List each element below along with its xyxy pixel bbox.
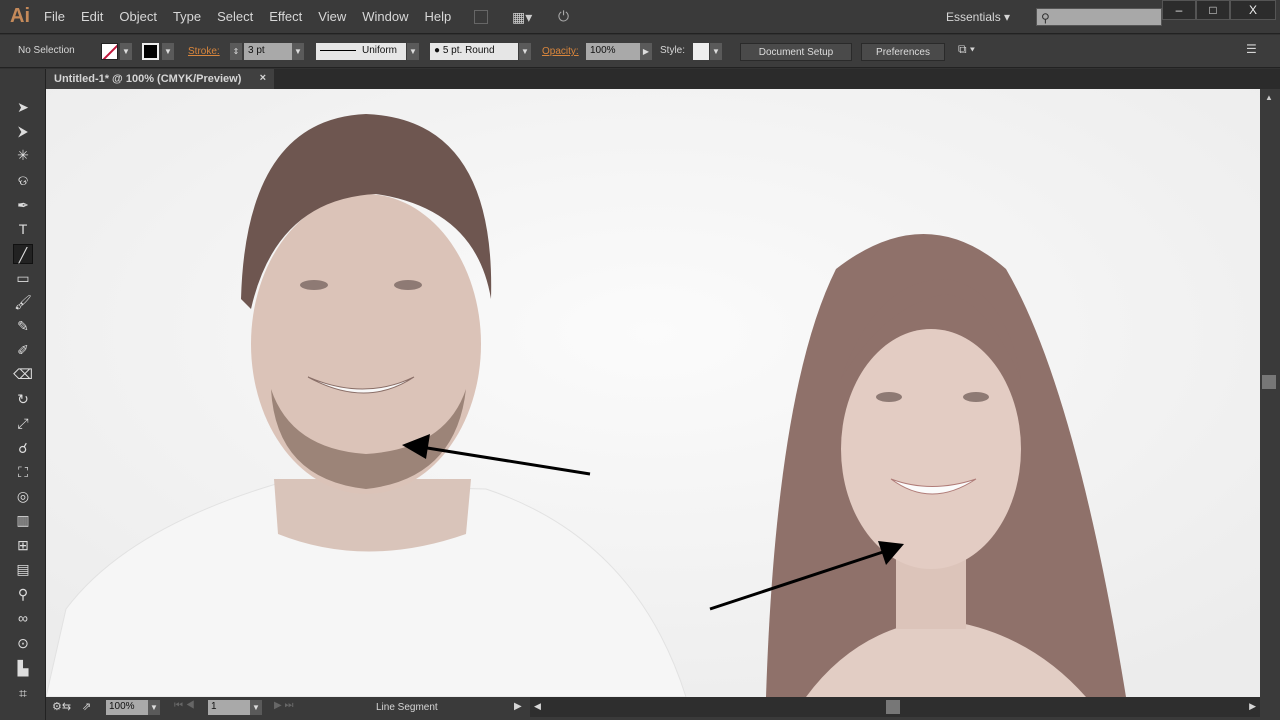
search-input[interactable]: ⚲ [1036,8,1162,26]
control-panel: No Selection ▼ ▼ Stroke: ⇕ 3 pt ▼ Unifor… [0,35,1280,68]
close-button[interactable]: X [1230,0,1276,20]
menu-select[interactable]: Select [217,9,253,24]
document-tab[interactable]: Untitled-1* @ 100% (CMYK/Preview) × [46,69,274,89]
app-logo: Ai [10,5,30,27]
cpu-mode-icon[interactable]: ⚙⇆ [52,700,71,713]
horizontal-scrollbar[interactable]: ◀ ▶ [530,697,1260,717]
stroke-weight-input[interactable]: 3 pt [244,43,292,60]
rotate-tool-icon[interactable]: ↻ [13,389,33,409]
stroke-stepper[interactable]: ⇕ [230,43,242,60]
status-bar: ⚙⇆ ⇗ 100% ▼ ⏮ ◀ 1 ▼ ▶ ⏭ Line Segment ▶ ◀… [46,697,1280,720]
warp-tool-icon[interactable]: ☌ [13,438,33,458]
opacity-label[interactable]: Opacity: [542,46,579,57]
opacity-arrow[interactable]: ▶ [640,43,652,60]
stroke-dropdown[interactable]: ▼ [162,43,174,60]
profile-dropdown[interactable]: ▼ [407,43,419,60]
direct-selection-tool-icon[interactable]: ⮞ [13,121,33,141]
document-tab-title: Untitled-1* @ 100% (CMYK/Preview) [54,73,242,85]
pen-tool-icon[interactable]: ✒ [13,195,33,215]
paintbrush-tool-icon[interactable]: 🖌 [13,292,33,312]
line-segment-tool-icon[interactable]: ╱ [13,244,33,264]
menu-effect[interactable]: Effect [269,9,302,24]
placed-photo [46,89,1260,697]
selection-status: No Selection [18,45,75,56]
type-tool-icon[interactable]: T [13,219,33,239]
column-graph-tool-icon[interactable]: ▙ [13,658,33,678]
pencil-tool-icon[interactable]: ✎ [13,316,33,336]
zoom-dropdown[interactable]: ▼ [148,700,160,715]
menu-object[interactable]: Object [119,9,157,24]
search-icon: ⚲ [1041,11,1050,25]
panel-menu-icon[interactable]: ☰ [1246,42,1257,56]
menu-edit[interactable]: Edit [81,9,103,24]
first-artboard-icon[interactable]: ⏮ ◀ [174,700,195,711]
menu-bar: Ai File Edit Object Type Select Effect V… [0,0,1280,34]
stroke-swatch[interactable] [142,43,159,60]
maximize-button[interactable]: □ [1196,0,1230,20]
graphic-style-swatch[interactable] [693,43,709,60]
variable-width-profile[interactable]: Uniform [316,43,406,60]
close-tab-icon[interactable]: × [260,72,266,84]
workspace-switcher[interactable]: Essentials ▾ [946,10,1010,24]
perspective-grid-tool-icon[interactable]: ▥ [13,510,33,530]
brush-dropdown[interactable]: ▼ [519,43,531,60]
preferences-button[interactable]: Preferences [861,43,945,61]
magic-wand-tool-icon[interactable]: ✳ [13,145,33,165]
eyedropper-tool-icon[interactable]: ⚲ [13,584,33,604]
menu-view[interactable]: View [318,9,346,24]
blob-brush-tool-icon[interactable]: ✐ [13,340,33,360]
vertical-scrollbar[interactable]: ▲ [1260,89,1280,697]
status-menu-arrow[interactable]: ▶ [514,701,522,712]
menu-type[interactable]: Type [173,9,201,24]
scroll-right-icon[interactable]: ▶ [1249,701,1256,712]
artboard-input[interactable]: 1 [208,700,250,715]
style-dropdown[interactable]: ▼ [710,43,722,60]
brush-definition[interactable]: ● 5 pt. Round [430,43,518,60]
next-artboard-icon[interactable]: ▶ ⏭ [274,700,293,711]
arrange-documents-icon[interactable]: ▦▾ [512,9,532,26]
lasso-tool-icon[interactable]: ଡ [13,170,33,190]
scroll-left-icon[interactable]: ◀ [534,701,541,712]
horizontal-scroll-thumb[interactable] [886,700,900,714]
free-transform-tool-icon[interactable]: ⛶ [13,462,33,482]
document-setup-button[interactable]: Document Setup [740,43,852,61]
scale-tool-icon[interactable]: ⤢ [13,413,33,433]
current-tool-status[interactable]: Line Segment [376,702,438,713]
menu-help[interactable]: Help [424,9,451,24]
blend-tool-icon[interactable]: ∞ [13,608,33,628]
fill-dropdown[interactable]: ▼ [120,43,132,60]
bridge-icon[interactable] [474,10,488,24]
minimize-button[interactable]: – [1162,0,1196,20]
menu-file[interactable]: File [44,9,65,24]
brush-label: 5 pt. Round [442,45,495,56]
tools-panel: ➤ ⮞ ✳ ଡ ✒ T ╱ ▭ 🖌 ✎ ✐ ⌫ ↻ ⤢ ☌ ⛶ ◎ ▥ ⊞ ▤ … [0,69,46,720]
selection-tool-icon[interactable]: ➤ [13,97,33,117]
rectangle-tool-icon[interactable]: ▭ [13,268,33,288]
zoom-input[interactable]: 100% [106,700,148,715]
document-tab-bar: Untitled-1* @ 100% (CMYK/Preview) × [46,69,1280,89]
gradient-tool-icon[interactable]: ▤ [13,559,33,579]
share-icon[interactable]: ⇗ [82,700,91,713]
artboard-canvas[interactable] [46,89,1260,697]
vertical-scroll-thumb[interactable] [1262,375,1276,389]
align-options-icon[interactable]: ⧉ ▾ [958,42,975,57]
symbol-sprayer-tool-icon[interactable]: ⊙ [13,633,33,653]
mesh-tool-icon[interactable]: ⊞ [13,535,33,555]
shape-builder-tool-icon[interactable]: ◎ [13,486,33,506]
fill-swatch[interactable] [101,43,118,60]
artboard-dropdown[interactable]: ▼ [250,700,262,715]
scroll-up-icon[interactable]: ▲ [1265,93,1273,102]
profile-label: Uniform [362,45,398,56]
eraser-tool-icon[interactable]: ⌫ [13,364,33,384]
style-label: Style: [660,45,686,56]
menu-window[interactable]: Window [362,9,408,24]
workspace-label: Essentials [946,10,1001,24]
stroke-weight-dropdown[interactable]: ▼ [292,43,304,60]
artboard-tool-icon[interactable]: ⌗ [13,683,33,703]
stroke-label[interactable]: Stroke: [188,46,220,57]
opacity-input[interactable]: 100% [586,43,640,60]
sync-icon[interactable]: ⏻ [558,8,569,25]
